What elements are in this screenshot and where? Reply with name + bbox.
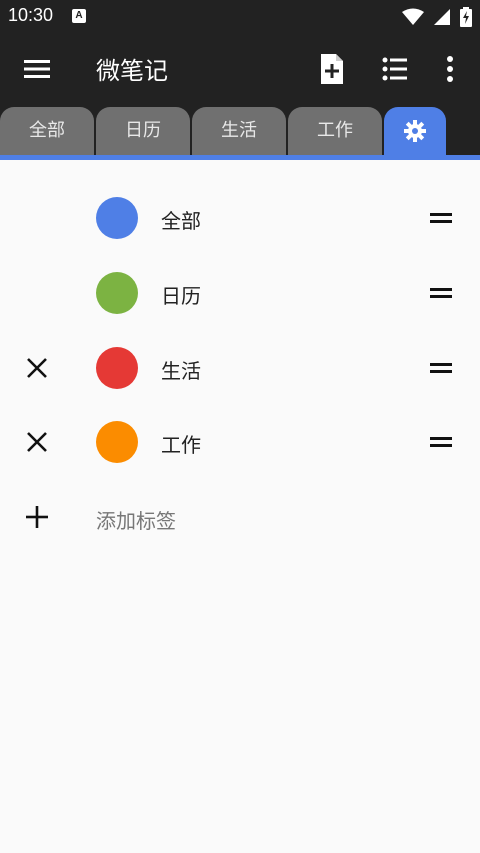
- tag-label[interactable]: 工作: [161, 429, 201, 458]
- add-tag-label: 添加标签: [96, 509, 176, 533]
- status-bar: 10:30 A: [0, 0, 480, 33]
- signal-icon: [433, 8, 450, 25]
- hamburger-icon: [24, 60, 50, 78]
- new-note-icon: [321, 54, 343, 84]
- tab-strip: 全部 日历 生活 工作: [0, 105, 480, 155]
- wifi-icon: [401, 8, 424, 25]
- delete-tag-button[interactable]: [22, 353, 52, 383]
- tab-work[interactable]: 工作: [288, 107, 382, 155]
- tag-label[interactable]: 全部: [161, 205, 201, 234]
- tag-row-calendar: 日历: [0, 256, 480, 330]
- app-title: 微笔记: [96, 57, 168, 85]
- tag-label[interactable]: 日历: [161, 280, 201, 309]
- new-note-button[interactable]: [314, 51, 350, 87]
- drag-handle-icon[interactable]: [428, 281, 456, 305]
- app-bar: 微笔记: [0, 33, 480, 105]
- tab-calendar[interactable]: 日历: [96, 107, 190, 155]
- battery-icon: [460, 6, 472, 27]
- close-icon: [27, 358, 47, 378]
- menu-button[interactable]: [24, 57, 50, 81]
- gear-icon: [404, 120, 426, 142]
- tag-row-life: 生活: [0, 331, 480, 405]
- drag-handle-icon[interactable]: [428, 206, 456, 230]
- tag-row-work: 工作: [0, 405, 480, 479]
- list-view-button[interactable]: [377, 51, 413, 87]
- more-icon: [447, 56, 453, 82]
- drag-handle-icon[interactable]: [428, 356, 456, 380]
- more-button[interactable]: [432, 51, 468, 87]
- tag-color-dot[interactable]: [96, 347, 138, 389]
- plus-icon: [26, 506, 48, 528]
- tag-color-dot[interactable]: [96, 197, 138, 239]
- drag-handle-icon[interactable]: [428, 430, 456, 454]
- tag-color-dot[interactable]: [96, 421, 138, 463]
- tab-settings[interactable]: [384, 107, 446, 155]
- tab-indicator: [0, 155, 480, 160]
- delete-tag-button[interactable]: [22, 427, 52, 457]
- add-tag-button[interactable]: 添加标签: [0, 480, 480, 554]
- status-icons: [398, 6, 472, 28]
- close-icon: [27, 432, 47, 452]
- tab-life[interactable]: 生活: [192, 107, 286, 155]
- tag-label[interactable]: 生活: [161, 355, 201, 384]
- status-time: 10:30: [8, 5, 54, 25]
- list-view-icon: [382, 57, 407, 81]
- notification-icon: A: [72, 9, 86, 23]
- tab-all[interactable]: 全部: [0, 107, 94, 155]
- tag-color-dot[interactable]: [96, 272, 138, 314]
- tag-row-all: 全部: [0, 181, 480, 255]
